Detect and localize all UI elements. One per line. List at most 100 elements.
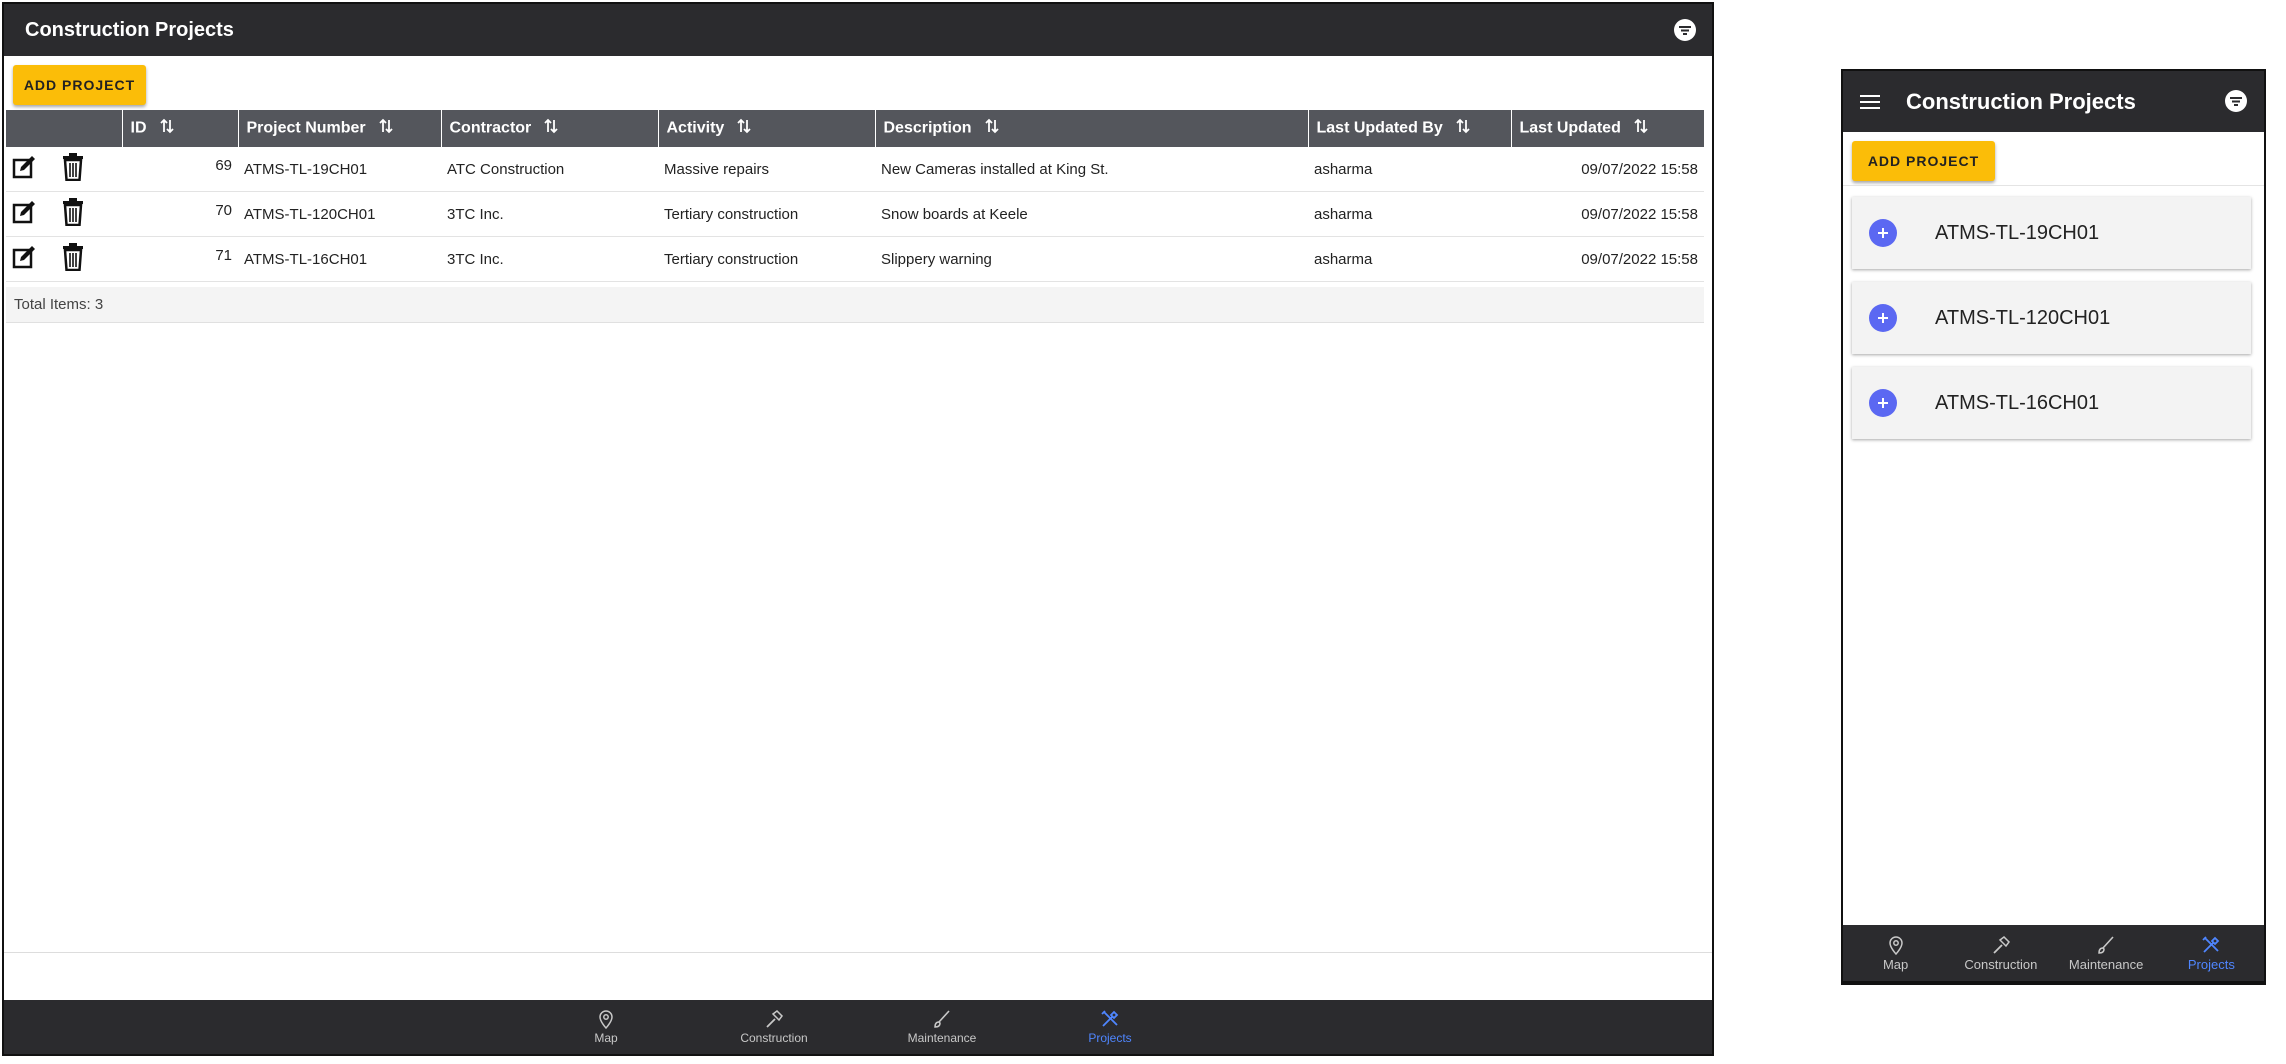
- nav-item-maintenance[interactable]: Maintenance: [858, 1009, 1026, 1045]
- row-actions: 70: [6, 191, 238, 237]
- sort-icon[interactable]: [1455, 118, 1471, 139]
- page-title: Construction Projects: [25, 18, 234, 41]
- sort-icon[interactable]: [984, 118, 1000, 139]
- row-actions: 69: [6, 147, 238, 192]
- hammer-icon: [1993, 935, 2010, 954]
- filter-icon: [1679, 26, 1691, 35]
- table-row: 69 ATMS-TL-19CH01 ATC Construction Massi…: [6, 147, 1704, 192]
- nav-label: Map: [1882, 956, 1909, 972]
- expand-plus-icon[interactable]: [1869, 219, 1897, 247]
- cell-id: 69: [215, 157, 232, 174]
- nav-label: Projects: [1088, 1031, 1132, 1045]
- cell-contractor: 3TC Inc.: [441, 236, 658, 282]
- cell-description: New Cameras installed at King St.: [875, 147, 1308, 192]
- nav-item-maintenance[interactable]: Maintenance: [2054, 935, 2159, 972]
- hamburger-menu-icon[interactable]: [1860, 94, 1880, 110]
- tools-icon: [1101, 1010, 1119, 1027]
- filter-button[interactable]: [1674, 19, 1696, 41]
- add-project-button[interactable]: ADD PROJECT: [13, 65, 146, 105]
- cell-project-number: ATMS-TL-19CH01: [238, 147, 441, 192]
- column-header-description[interactable]: Description: [874, 110, 1308, 147]
- app-header: Construction Projects: [4, 4, 1712, 56]
- column-header-activity[interactable]: Activity: [657, 110, 875, 147]
- desktop-window: Construction Projects ADD PROJECT ID Pro…: [2, 2, 1714, 1056]
- expand-plus-icon[interactable]: [1869, 389, 1897, 417]
- edit-icon[interactable]: [12, 199, 38, 229]
- projects-table: ID Project Number Contractor Activity De…: [6, 110, 1704, 282]
- cell-activity: Tertiary construction: [658, 236, 875, 282]
- column-header-project-number[interactable]: Project Number: [237, 110, 441, 147]
- nav-item-projects[interactable]: Projects: [2159, 935, 2264, 972]
- cell-project-number: ATMS-TL-120CH01: [238, 191, 441, 237]
- nav-label: Maintenance: [2068, 956, 2144, 972]
- cell-updated: 09/07/2022 15:58: [1511, 147, 1704, 192]
- sort-icon[interactable]: [159, 118, 175, 139]
- brush-icon: [2098, 935, 2114, 954]
- column-header-contractor[interactable]: Contractor: [440, 110, 658, 147]
- sort-icon[interactable]: [378, 118, 394, 139]
- cell-updated-by: asharma: [1308, 147, 1511, 192]
- cell-id: 71: [215, 247, 232, 264]
- column-header-id[interactable]: ID: [121, 110, 238, 147]
- cell-updated: 09/07/2022 15:58: [1511, 236, 1704, 282]
- mobile-header: Construction Projects: [1843, 71, 2264, 132]
- bottom-nav: Map Construction Maintenance Projects: [4, 1000, 1712, 1054]
- cell-activity: Massive repairs: [658, 147, 875, 192]
- table-row: 71 ATMS-TL-16CH01 3TC Inc. Tertiary cons…: [6, 236, 1704, 282]
- nav-item-construction[interactable]: Construction: [1948, 935, 2053, 972]
- actions-column-header: [6, 110, 122, 147]
- nav-label: Maintenance: [907, 1031, 977, 1045]
- nav-label: Projects: [2187, 956, 2235, 972]
- project-card[interactable]: ATMS-TL-19CH01: [1852, 197, 2251, 269]
- brush-icon: [934, 1010, 950, 1028]
- sort-icon[interactable]: [543, 118, 559, 139]
- tools-icon: [2202, 935, 2220, 953]
- add-project-button[interactable]: ADD PROJECT: [1852, 141, 1995, 181]
- nav-label: Construction: [740, 1031, 808, 1045]
- nav-label: Construction: [1964, 956, 2038, 972]
- nav-item-map[interactable]: Map: [522, 1009, 690, 1045]
- total-items: Total Items: 3: [6, 287, 1704, 323]
- project-card[interactable]: ATMS-TL-16CH01: [1852, 367, 2251, 439]
- expand-plus-icon[interactable]: [1869, 304, 1897, 332]
- nav-label: Map: [594, 1031, 618, 1045]
- table-header-row: ID Project Number Contractor Activity De…: [6, 110, 1704, 147]
- edit-icon[interactable]: [12, 154, 38, 184]
- table-row: 70 ATMS-TL-120CH01 3TC Inc. Tertiary con…: [6, 191, 1704, 237]
- cell-id: 70: [215, 202, 232, 219]
- column-header-last-updated[interactable]: Last Updated: [1510, 110, 1704, 147]
- divider: [1843, 185, 2264, 186]
- row-actions: 71: [6, 236, 238, 282]
- project-card-label: ATMS-TL-16CH01: [1935, 391, 2100, 414]
- column-header-last-updated-by[interactable]: Last Updated By: [1307, 110, 1511, 147]
- bottom-nav: Map Construction Maintenance Projects: [1843, 925, 2264, 981]
- edit-icon[interactable]: [12, 244, 38, 274]
- sort-icon[interactable]: [1633, 118, 1649, 139]
- mobile-page-title: Construction Projects: [1906, 88, 2136, 114]
- cell-description: Snow boards at Keele: [875, 191, 1308, 237]
- filter-button[interactable]: [2225, 90, 2247, 112]
- nav-item-map[interactable]: Map: [1843, 935, 1948, 972]
- cell-project-number: ATMS-TL-16CH01: [238, 236, 441, 282]
- delete-icon[interactable]: [62, 198, 84, 230]
- nav-item-projects[interactable]: Projects: [1026, 1009, 1194, 1045]
- cell-activity: Tertiary construction: [658, 191, 875, 237]
- delete-icon[interactable]: [62, 153, 84, 185]
- map-pin-icon: [599, 1010, 613, 1029]
- sort-icon[interactable]: [736, 118, 752, 139]
- cell-updated-by: asharma: [1308, 236, 1511, 282]
- map-pin-icon: [1888, 935, 1903, 955]
- project-card-label: ATMS-TL-19CH01: [1935, 221, 2100, 244]
- divider: [4, 952, 1712, 953]
- cell-contractor: ATC Construction: [441, 147, 658, 192]
- cell-updated: 09/07/2022 15:58: [1511, 191, 1704, 237]
- hammer-icon: [766, 1010, 783, 1028]
- project-card[interactable]: ATMS-TL-120CH01: [1852, 282, 2251, 354]
- cell-description: Slippery warning: [875, 236, 1308, 282]
- cell-contractor: 3TC Inc.: [441, 191, 658, 237]
- delete-icon[interactable]: [62, 243, 84, 275]
- mobile-window: Construction Projects ADD PROJECT ATMS-T…: [1841, 69, 2266, 985]
- project-card-label: ATMS-TL-120CH01: [1935, 306, 2111, 329]
- nav-item-construction[interactable]: Construction: [690, 1009, 858, 1045]
- filter-icon: [2230, 97, 2242, 106]
